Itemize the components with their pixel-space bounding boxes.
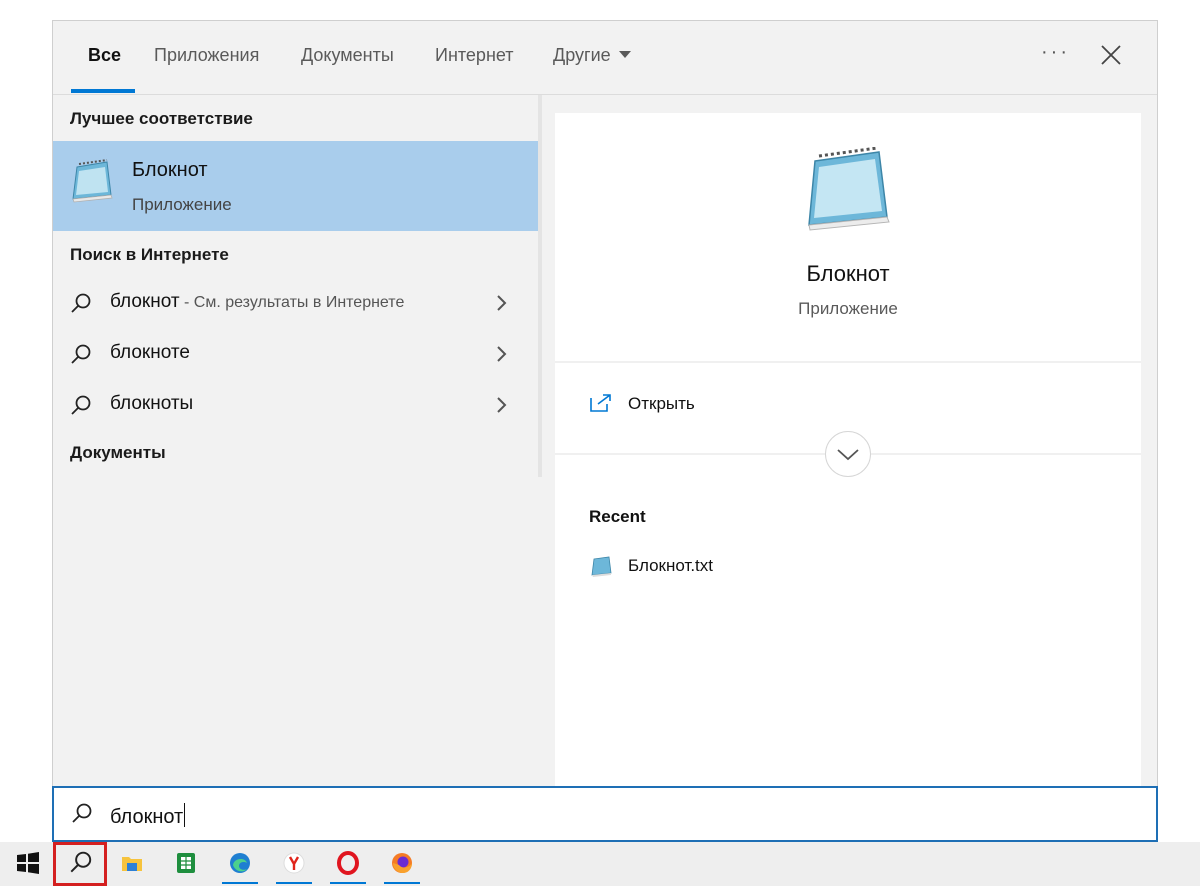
- expand-button[interactable]: [825, 431, 871, 477]
- search-input[interactable]: блокнот: [52, 786, 1158, 842]
- best-match-heading: Лучшее соответствие: [70, 109, 253, 128]
- recent-file-item[interactable]: Блокнот.txt: [589, 551, 889, 583]
- tab-other-label: Другие: [553, 45, 611, 65]
- notepad-icon: [591, 556, 612, 577]
- tab-apps[interactable]: Приложения: [154, 45, 259, 66]
- recent-heading: Recent: [589, 507, 646, 526]
- chevron-down-icon: [837, 449, 859, 461]
- yandex-browser-button[interactable]: [272, 842, 316, 886]
- tab-all[interactable]: Все: [88, 45, 121, 66]
- recent-file-name: Блокнот.txt: [628, 556, 714, 575]
- search-icon: [71, 344, 91, 364]
- search-input-value: блокнот: [110, 803, 186, 829]
- start-button[interactable]: [6, 842, 50, 886]
- edge-browser-button[interactable]: [218, 842, 262, 886]
- search-icon: [71, 395, 91, 415]
- active-app-indicator: [384, 882, 420, 884]
- search-icon: [70, 851, 92, 873]
- close-icon[interactable]: [1099, 43, 1123, 67]
- file-explorer-button[interactable]: [110, 842, 154, 886]
- web-result-query: блокноты: [110, 393, 194, 414]
- opera-icon: [337, 851, 359, 875]
- active-app-indicator: [222, 882, 258, 884]
- web-result-query: блокноте: [110, 342, 190, 363]
- web-result-query: блокнот: [110, 291, 180, 312]
- notepad-icon: [72, 159, 113, 203]
- search-icon: [72, 803, 92, 823]
- divider: [555, 361, 1141, 363]
- web-result-text: блокнот - См. результаты в Интернете: [110, 291, 404, 313]
- chevron-right-icon: [497, 346, 507, 362]
- search-panel: Все Приложения Документы Интернет Другие…: [52, 20, 1158, 787]
- notepad-icon: [808, 147, 890, 231]
- yandex-browser-icon: [283, 852, 305, 874]
- preview-pane: Блокнот Приложение Открыть Recent Блокно…: [555, 113, 1141, 787]
- edge-icon: [230, 853, 250, 873]
- active-app-indicator: [276, 882, 312, 884]
- active-app-indicator: [330, 882, 366, 884]
- preview-title: Блокнот: [806, 261, 890, 286]
- best-match-item[interactable]: Блокнот Приложение: [53, 141, 538, 231]
- spreadsheet-app-button[interactable]: [164, 842, 208, 886]
- results-list: Лучшее соответствие Блокнот Приложение П…: [53, 95, 538, 787]
- web-result-row[interactable]: блокноты: [53, 380, 538, 430]
- file-explorer-icon: [122, 857, 142, 871]
- text-cursor: [184, 803, 186, 827]
- windows-start-icon: [17, 852, 39, 874]
- firefox-browser-button[interactable]: [380, 842, 424, 886]
- firefox-icon: [392, 853, 412, 873]
- web-result-row[interactable]: блокноте: [53, 329, 538, 379]
- more-options-button[interactable]: ···: [1041, 41, 1070, 64]
- chevron-right-icon: [497, 295, 507, 311]
- chevron-down-icon: [618, 51, 631, 58]
- open-action[interactable]: Открыть: [589, 389, 889, 421]
- search-icon: [71, 293, 91, 313]
- best-match-title: Блокнот: [132, 159, 208, 181]
- web-result-hint: - См. результаты в Интернете: [179, 294, 405, 311]
- search-query: блокнот: [110, 806, 184, 828]
- web-result-row[interactable]: блокнот - См. результаты в Интернете: [53, 278, 538, 328]
- documents-heading: Документы: [70, 443, 166, 462]
- tab-documents[interactable]: Документы: [301, 45, 394, 66]
- open-label: Открыть: [628, 394, 695, 413]
- open-icon: [590, 394, 611, 412]
- scrollbar[interactable]: [538, 95, 542, 477]
- chevron-right-icon: [497, 397, 507, 413]
- spreadsheet-app-icon: [177, 853, 195, 873]
- taskbar-search-button[interactable]: [53, 842, 107, 886]
- preview-subtitle: Приложение: [798, 299, 898, 318]
- tab-internet[interactable]: Интернет: [435, 45, 514, 66]
- web-search-heading: Поиск в Интернете: [70, 245, 229, 264]
- best-match-subtitle: Приложение: [132, 195, 232, 214]
- opera-browser-button[interactable]: [326, 842, 370, 886]
- tab-other[interactable]: Другие: [553, 45, 631, 66]
- filter-tabs: Все Приложения Документы Интернет Другие…: [53, 21, 1157, 95]
- active-tab-indicator: [71, 89, 135, 93]
- taskbar: [0, 842, 1200, 886]
